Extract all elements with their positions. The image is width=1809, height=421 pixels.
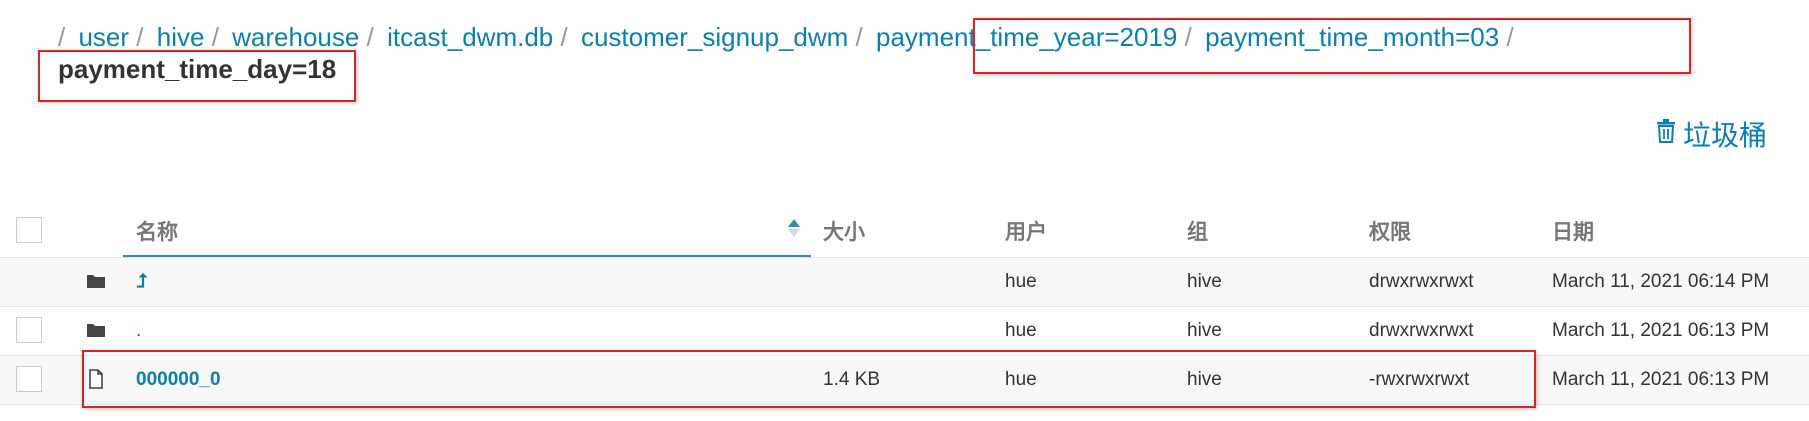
breadcrumb-separator: / bbox=[366, 22, 374, 52]
row-permissions: -rwxrwxrwxt bbox=[1369, 369, 1470, 390]
header-date[interactable]: 日期 bbox=[1552, 216, 1594, 246]
row-group: hive bbox=[1187, 271, 1222, 292]
table-row[interactable]: 000000_0 1.4 KB hue hive -rwxrwxrwxt Mar… bbox=[0, 356, 1809, 405]
header-user[interactable]: 用户 bbox=[1005, 216, 1047, 246]
breadcrumb-separator: / bbox=[1184, 22, 1192, 52]
row-name-link[interactable]: . bbox=[136, 320, 141, 342]
header-size[interactable]: 大小 bbox=[823, 216, 865, 246]
row-permissions: drwxrwxrwxt bbox=[1369, 320, 1474, 341]
trash-label: 垃圾桶 bbox=[1682, 120, 1767, 151]
file-icon bbox=[89, 369, 103, 389]
row-name-link[interactable]: ⮥ bbox=[136, 271, 147, 293]
header-name[interactable]: 名称 bbox=[136, 216, 178, 246]
row-user: hue bbox=[1005, 271, 1037, 292]
select-all-checkbox[interactable] bbox=[16, 217, 42, 243]
breadcrumb-separator: / bbox=[211, 22, 219, 52]
sort-asc-icon[interactable] bbox=[787, 218, 801, 238]
row-name-link[interactable]: 000000_0 bbox=[136, 369, 221, 391]
trash-icon bbox=[1655, 118, 1677, 150]
breadcrumb: / user / hive / warehouse / itcast_dwm.d… bbox=[58, 22, 1520, 53]
row-date: March 11, 2021 06:13 PM bbox=[1552, 369, 1770, 390]
breadcrumb-item-warehouse[interactable]: warehouse bbox=[232, 22, 359, 52]
row-date: March 11, 2021 06:13 PM bbox=[1552, 320, 1770, 341]
row-checkbox[interactable] bbox=[16, 317, 42, 343]
row-permissions: drwxrwxrwxt bbox=[1369, 271, 1474, 292]
breadcrumb-separator: / bbox=[136, 22, 144, 52]
folder-icon bbox=[87, 275, 105, 288]
breadcrumb-item-user[interactable]: user bbox=[78, 22, 129, 52]
table-row[interactable]: ⮥ hue hive drwxrwxrwxt March 11, 2021 06… bbox=[0, 258, 1809, 307]
row-checkbox[interactable] bbox=[16, 366, 42, 392]
breadcrumb-separator: / bbox=[855, 22, 863, 52]
folder-icon bbox=[87, 324, 105, 337]
breadcrumb-separator: / bbox=[1506, 22, 1514, 52]
header-permissions[interactable]: 权限 bbox=[1369, 216, 1411, 246]
row-group: hive bbox=[1187, 369, 1222, 390]
row-date: March 11, 2021 06:14 PM bbox=[1552, 271, 1770, 292]
breadcrumb-item-hive[interactable]: hive bbox=[157, 22, 205, 52]
sort-indicator-bar bbox=[123, 255, 811, 257]
header-group[interactable]: 组 bbox=[1187, 216, 1208, 246]
breadcrumb-item-month-partition[interactable]: payment_time_month=03 bbox=[1205, 22, 1499, 52]
breadcrumb-item-table[interactable]: customer_signup_dwm bbox=[581, 22, 848, 52]
breadcrumb-separator: / bbox=[560, 22, 568, 52]
table-header: 名称 大小 用户 组 权限 日期 bbox=[0, 200, 1809, 258]
breadcrumb-separator: / bbox=[58, 22, 66, 52]
row-group: hive bbox=[1187, 320, 1222, 341]
row-user: hue bbox=[1005, 320, 1037, 341]
breadcrumb-item-database[interactable]: itcast_dwm.db bbox=[387, 22, 553, 52]
breadcrumb-item-year-partition[interactable]: payment_time_year=2019 bbox=[876, 22, 1177, 52]
breadcrumb-current: payment_time_day=18 bbox=[58, 54, 337, 84]
row-size: 1.4 KB bbox=[823, 369, 881, 390]
row-user: hue bbox=[1005, 369, 1037, 390]
table-row[interactable]: . hue hive drwxrwxrwxt March 11, 2021 06… bbox=[0, 307, 1809, 356]
trash-button[interactable]: 垃圾桶 bbox=[1655, 114, 1767, 154]
